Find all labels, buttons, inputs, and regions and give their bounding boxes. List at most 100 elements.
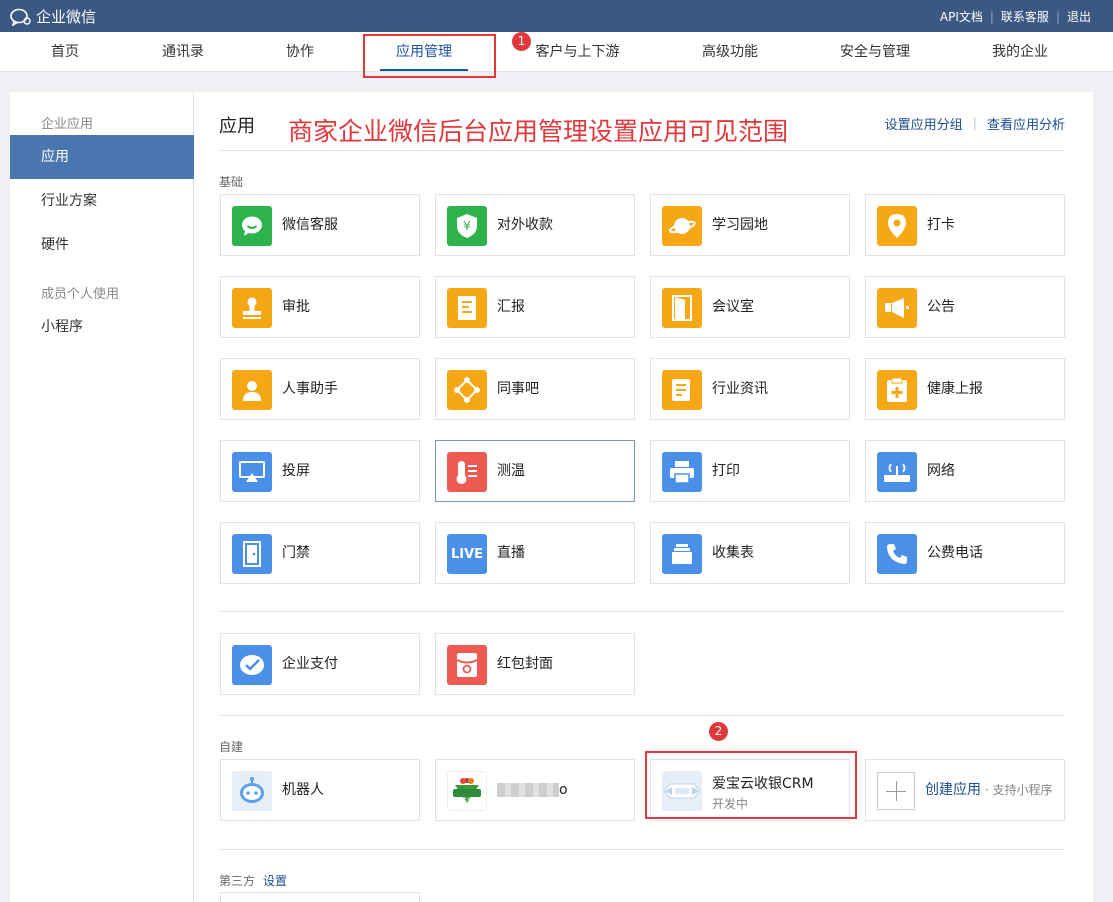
app-card-print[interactable]: 打印 (650, 440, 850, 502)
app-card-form[interactable]: 收集表 (650, 522, 850, 584)
app-card-checkin[interactable]: 打卡 (865, 194, 1065, 256)
app-card-red-packet[interactable]: 红包封面 (435, 633, 635, 695)
divider (219, 611, 1065, 612)
app-card-enterprise-pay[interactable]: 企业支付 (220, 633, 420, 695)
stamp-icon (232, 288, 272, 328)
wework-logo-icon (10, 8, 32, 26)
view-app-analytics-link[interactable]: 查看应用分析 (987, 114, 1065, 133)
app-card-health-report[interactable]: 健康上报 (865, 358, 1065, 420)
location-pin-icon (877, 206, 917, 246)
nav-contacts[interactable]: 通讯录 (148, 32, 218, 72)
nav-advanced[interactable]: 高级功能 (690, 32, 770, 72)
app-label: 健康上报 (927, 381, 983, 397)
screencast-icon (232, 452, 272, 492)
custom-app-logo-icon: 生鲜 (447, 771, 487, 811)
app-card-live[interactable]: LIVE 直播 (435, 522, 635, 584)
top-bar: 企业微信 API文档 | 联系客服 | 退出 (0, 0, 1113, 32)
plus-icon (877, 772, 915, 810)
third-party-settings-link[interactable]: 设置 (263, 874, 287, 888)
app-status: 开发中 (712, 797, 749, 811)
megaphone-icon (877, 288, 917, 328)
create-app-hint: · 支持小程序 (981, 783, 1053, 797)
app-card-network[interactable]: 网络 (865, 440, 1065, 502)
app-card-wechat-service[interactable]: 微信客服 (220, 194, 420, 256)
app-label: 投屏 (282, 463, 310, 479)
app-card-third-party[interactable] (220, 892, 420, 902)
app-card-phone[interactable]: 公费电话 (865, 522, 1065, 584)
app-card-announcement[interactable]: 公告 (865, 276, 1065, 338)
svg-text:¥: ¥ (463, 219, 471, 233)
logout-link[interactable]: 退出 (1067, 8, 1091, 25)
app-label: 对外收款 (497, 217, 553, 233)
divider (219, 150, 1065, 151)
app-label: 审批 (282, 299, 310, 315)
app-card-screencast[interactable]: 投屏 (220, 440, 420, 502)
app-card-learning[interactable]: 学习园地 (650, 194, 850, 256)
divider (219, 849, 1065, 850)
sidebar-item-apps[interactable]: 应用 (10, 135, 194, 179)
app-label: 汇报 (497, 299, 525, 315)
app-card-report[interactable]: 汇报 (435, 276, 635, 338)
separator: | (989, 9, 994, 24)
app-card-robot[interactable]: 机器人 (220, 759, 420, 821)
live-icon: LIVE (447, 534, 487, 574)
network-icon (447, 370, 487, 410)
section-label-custom: 自建 (219, 740, 244, 754)
app-label: 微信客服 (282, 217, 338, 233)
set-app-groups-link[interactable]: 设置应用分组 (885, 114, 963, 133)
nav-my-enterprise[interactable]: 我的企业 (980, 32, 1060, 72)
app-card-external-payment[interactable]: ¥ 对外收款 (435, 194, 635, 256)
app-label-wrap: o (497, 760, 568, 820)
app-card-industry-news[interactable]: 行业资讯 (650, 358, 850, 420)
door-icon (662, 288, 702, 328)
health-clipboard-icon (877, 370, 917, 410)
annotation-title: 商家企业微信后台应用管理设置应用可见范围 (288, 117, 789, 146)
app-card-crm[interactable]: 爱宝云收银CRM 开发中 (650, 759, 850, 821)
app-card-access-control[interactable]: 门禁 (220, 522, 420, 584)
report-doc-icon (447, 288, 487, 328)
contact-support-link[interactable]: 联系客服 (1001, 8, 1049, 25)
app-card-meeting-room[interactable]: 会议室 (650, 276, 850, 338)
nav-customers[interactable]: 客户与上下游 (520, 32, 635, 72)
nav-app-management[interactable]: 应用管理 (380, 32, 468, 72)
app-label: 红包封面 (497, 656, 553, 672)
app-card-temperature[interactable]: 测温 (435, 440, 635, 502)
divider (219, 715, 1065, 716)
planet-icon (662, 206, 702, 246)
step-marker-1: 1 (512, 32, 531, 51)
nav-collaboration[interactable]: 协作 (265, 32, 335, 72)
app-label: 行业资讯 (712, 381, 768, 397)
create-app-button[interactable]: 创建应用 · 支持小程序 (865, 759, 1065, 821)
sidebar-item-hardware[interactable]: 硬件 (10, 223, 194, 267)
app-label: 直播 (497, 545, 525, 561)
app-label: 网络 (927, 463, 955, 479)
app-card-colleague-forum[interactable]: 同事吧 (435, 358, 635, 420)
sidebar-group-enterprise-apps: 企业应用 (41, 117, 94, 132)
sidebar-group-personal: 成员个人使用 (41, 287, 120, 302)
red-packet-icon (447, 645, 487, 685)
brand-logo[interactable]: 企业微信 (10, 6, 96, 27)
app-card-custom-fresh[interactable]: 生鲜 o (435, 759, 635, 821)
app-label: 打印 (712, 463, 740, 479)
nav-security[interactable]: 安全与管理 (830, 32, 920, 72)
header-links: 设置应用分组 | 查看应用分析 (885, 114, 1065, 133)
sidebar-item-industry[interactable]: 行业方案 (10, 179, 194, 223)
nav-home[interactable]: 首页 (30, 32, 100, 72)
router-icon (877, 452, 917, 492)
brand-name: 企业微信 (36, 8, 97, 26)
app-card-hr-assistant[interactable]: 人事助手 (220, 358, 420, 420)
create-app-label: 创建应用 · 支持小程序 (925, 760, 1052, 820)
api-docs-link[interactable]: API文档 (940, 8, 983, 25)
separator: | (972, 116, 977, 131)
sidebar-item-miniprogram[interactable]: 小程序 (10, 305, 194, 349)
app-label: 机器人 (282, 782, 324, 798)
third-party-label: 第三方 (219, 874, 256, 888)
phone-icon (877, 534, 917, 574)
app-label: o (559, 782, 568, 798)
yuan-shield-icon: ¥ (447, 206, 487, 246)
app-card-approval[interactable]: 审批 (220, 276, 420, 338)
separator: | (1055, 9, 1060, 24)
person-badge-icon (232, 370, 272, 410)
app-label: 公费电话 (927, 545, 983, 561)
sidebar: 企业应用 应用 行业方案 硬件 成员个人使用 小程序 (10, 92, 194, 902)
